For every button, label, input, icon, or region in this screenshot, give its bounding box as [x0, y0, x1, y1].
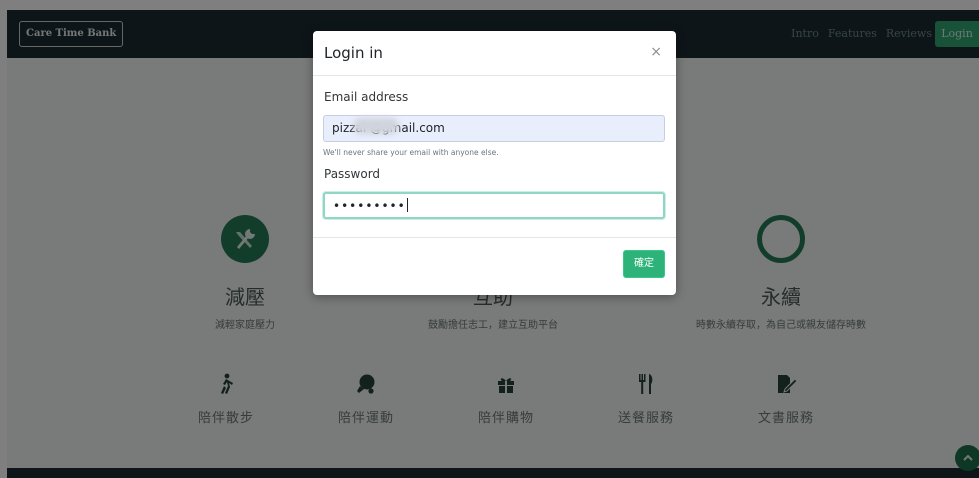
- confirm-button[interactable]: 確定: [623, 250, 665, 278]
- close-icon[interactable]: ×: [650, 44, 662, 60]
- password-label: Password: [324, 167, 381, 181]
- email-label: Email address: [324, 90, 409, 104]
- email-help-text: We'll never share your email with anyone…: [323, 148, 499, 157]
- password-input[interactable]: •••••••••: [323, 192, 665, 219]
- login-modal: Login in × Email address pizzal @gmail.c…: [313, 31, 676, 295]
- text-caret: [406, 198, 408, 212]
- modal-title: Login in: [324, 44, 383, 62]
- password-value: •••••••••: [333, 199, 406, 213]
- email-redaction-blur: [353, 118, 399, 134]
- modal-footer: 確定: [313, 237, 676, 295]
- modal-header: Login in ×: [313, 31, 676, 76]
